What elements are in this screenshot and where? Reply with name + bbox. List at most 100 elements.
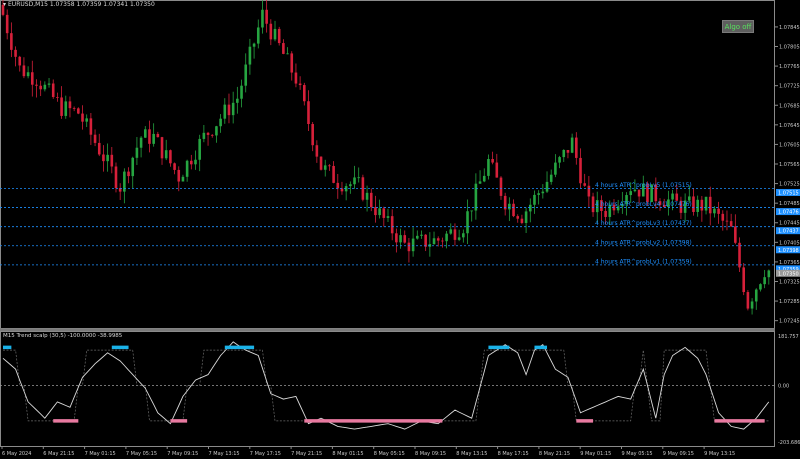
candle-body xyxy=(441,240,444,242)
triangle-down-icon[interactable]: ▾ xyxy=(3,1,6,8)
candle-body xyxy=(390,216,394,234)
candle-body xyxy=(708,196,712,214)
candle-body xyxy=(47,83,51,85)
candle-body xyxy=(487,158,490,176)
algo-trading-button[interactable]: Algo off xyxy=(722,20,754,33)
candle-body xyxy=(269,23,273,40)
time-tick-label: 7 May 01:15 xyxy=(85,451,116,457)
candle-body xyxy=(470,210,473,212)
main-chart-frame xyxy=(0,0,775,329)
candle-body xyxy=(353,177,356,185)
atr-level-label: 4 hours ATR^probLv3 (1.07437) xyxy=(595,220,692,227)
candle-body xyxy=(177,169,181,182)
candle-body xyxy=(424,234,427,247)
candle-body xyxy=(457,237,461,240)
candle-body xyxy=(223,104,227,119)
candle-body xyxy=(240,85,243,99)
candle-body xyxy=(156,133,160,138)
atr-level-label: 4 hours ATR^probLv1 (1.07359) xyxy=(595,258,692,265)
time-tick-label: 8 May 21:15 xyxy=(539,451,570,457)
price-tick-label: 1.07845 xyxy=(779,25,800,31)
candle-body xyxy=(282,43,285,54)
candle-body xyxy=(738,242,741,268)
candle-body xyxy=(499,177,503,196)
candle-body xyxy=(420,234,423,236)
candle-body xyxy=(30,72,34,85)
candle-body xyxy=(570,137,574,153)
candle-body xyxy=(763,277,766,285)
candle-body xyxy=(273,28,277,40)
atr-level-price-tag-text: 1.07437 xyxy=(778,229,799,235)
current-price-tag-text: 1.07350 xyxy=(778,271,799,277)
candle-body xyxy=(415,235,419,239)
candle-body xyxy=(541,191,545,194)
candle-body xyxy=(43,84,47,90)
atr-level-label: 4 hours ATR^probLv5 (1.07515) xyxy=(595,182,692,189)
candle-body xyxy=(77,108,80,114)
candle-body xyxy=(746,292,750,309)
candle-body xyxy=(265,9,268,24)
candle-body xyxy=(336,182,340,189)
atr-level-price-tag-text: 1.07398 xyxy=(778,248,799,254)
atr-level-label: 4 hours ATR^probLv4 (1.07476) xyxy=(595,201,692,208)
candle-body xyxy=(759,284,762,290)
candle-body xyxy=(466,211,469,234)
candle-body xyxy=(164,150,168,159)
chart-window[interactable]: 1.07845 1.07805 1.07765 1.07725 1.07685 1.076… xyxy=(0,0,800,459)
candle-body xyxy=(403,235,407,243)
candle-body xyxy=(386,216,390,218)
time-tick-label: 9 May 01:15 xyxy=(580,451,611,457)
symbol-ohlc-text: EURUSD,M15 1.07358 1.07359 1.07341 1.073… xyxy=(8,1,155,8)
candle-body xyxy=(22,65,26,77)
candle-body xyxy=(332,165,335,183)
candle-body xyxy=(587,185,591,197)
candle-body xyxy=(169,150,172,164)
candle-body xyxy=(81,113,84,122)
candle-body xyxy=(106,154,109,162)
candle-body xyxy=(754,289,758,302)
candle-body xyxy=(315,145,319,157)
candle-body xyxy=(190,160,193,165)
price-tick-label: 1.07525 xyxy=(779,182,800,188)
candle-body xyxy=(114,166,118,189)
candle-body xyxy=(520,218,524,223)
candle-body xyxy=(637,189,641,197)
candle-body xyxy=(633,189,637,192)
candle-body xyxy=(18,56,22,66)
candle-body xyxy=(583,183,586,186)
price-tick-label: 1.07245 xyxy=(779,319,800,325)
time-tick-label: 8 May 09:15 xyxy=(415,451,446,457)
atr-level-price-tag-text: 1.07515 xyxy=(778,190,799,196)
candle-body xyxy=(277,28,281,44)
candle-body xyxy=(734,226,737,243)
candle-body xyxy=(750,301,754,309)
pane-splitter[interactable] xyxy=(0,328,775,332)
time-tick-label: 8 May 05:15 xyxy=(374,451,405,457)
time-tick-label: 8 May 17:15 xyxy=(498,451,529,457)
price-tick-label: 1.07405 xyxy=(779,240,800,246)
candle-body xyxy=(629,191,633,196)
candle-body xyxy=(307,101,310,125)
indicator-scale-top: 181.757 xyxy=(778,334,799,340)
candle-body xyxy=(93,134,97,143)
candle-body xyxy=(227,104,231,116)
candle-body xyxy=(143,129,147,138)
time-tick-label: 7 May 21:15 xyxy=(291,451,322,457)
candle-body xyxy=(717,208,720,214)
candle-body xyxy=(365,192,369,200)
chart-canvas[interactable]: 1.07845 1.07805 1.07765 1.07725 1.07685 1.076… xyxy=(0,0,800,459)
candle-body xyxy=(688,196,691,201)
symbol-header: ▾ EURUSD,M15 1.07358 1.07359 1.07341 1.07… xyxy=(3,1,155,8)
candle-body xyxy=(478,181,482,184)
candle-body xyxy=(369,192,373,208)
candle-body xyxy=(432,238,436,245)
price-tick-label: 1.07325 xyxy=(779,279,800,285)
candle-body xyxy=(244,64,248,86)
candle-body xyxy=(85,118,88,122)
candle-body xyxy=(411,238,415,252)
candle-body xyxy=(290,53,294,73)
time-tick-label: 7 May 13:15 xyxy=(209,451,240,457)
candle-body xyxy=(35,84,38,86)
candle-body xyxy=(256,27,260,44)
candle-body xyxy=(558,157,561,163)
